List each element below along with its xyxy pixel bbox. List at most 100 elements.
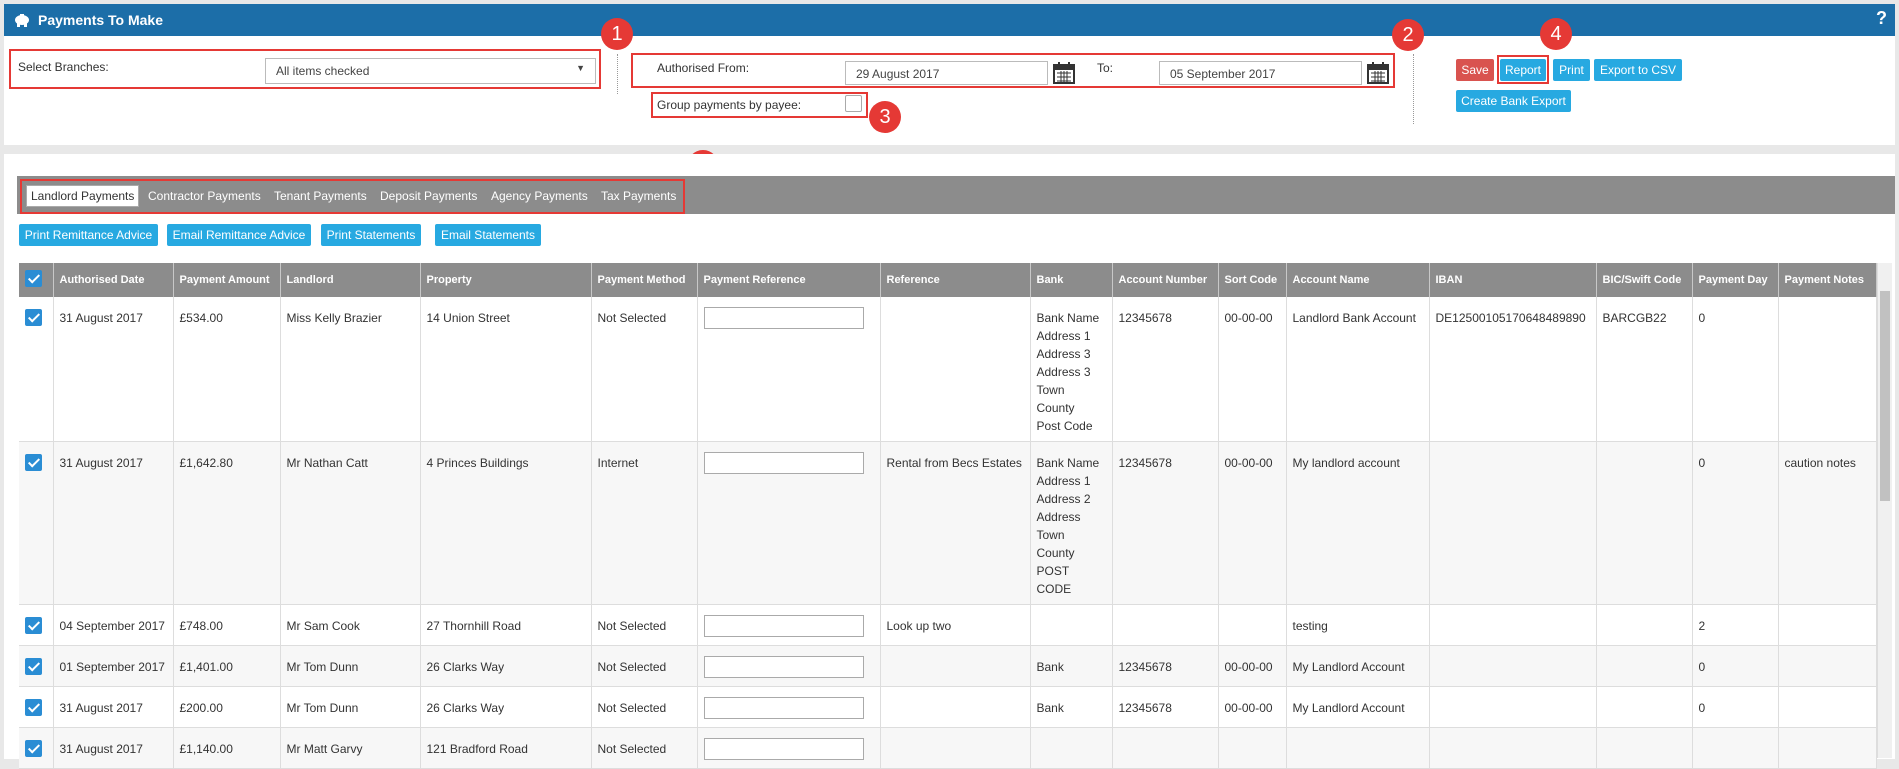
row-select-cell [19, 645, 54, 687]
tab-tax-payments[interactable]: Tax Payments [601, 189, 676, 203]
bank-line: Address 3 [1036, 347, 1091, 361]
row-checkbox[interactable] [25, 740, 42, 757]
calendar-icon[interactable] [1053, 62, 1075, 84]
row-checkbox[interactable] [25, 454, 42, 471]
create-bank-export-button[interactable]: Create Bank Export [1456, 90, 1571, 112]
cell-date: 04 September 2017 [53, 604, 174, 646]
cell-payment-reference [697, 727, 881, 769]
export-csv-button[interactable]: Export to CSV [1594, 59, 1682, 81]
print-remittance-advice-button[interactable]: Print Remittance Advice [19, 224, 158, 246]
authorised-from-input[interactable]: 29 August 2017 [845, 61, 1048, 85]
column-header[interactable]: Landlord [280, 263, 421, 297]
tab-agency-payments[interactable]: Agency Payments [491, 189, 588, 203]
column-header[interactable]: Payment Day [1692, 263, 1779, 297]
cell-reference [880, 297, 1031, 442]
cell-account-name [1286, 727, 1430, 769]
cell-payment-reference [697, 686, 881, 728]
cell-sort-code [1218, 727, 1287, 769]
cell-bic [1596, 604, 1693, 646]
cell-amount: £1,642.80 [173, 441, 281, 605]
column-header[interactable]: Account Name [1286, 263, 1430, 297]
help-icon[interactable]: ? [1876, 8, 1887, 29]
payment-reference-input[interactable] [703, 737, 864, 760]
print-statements-button[interactable]: Print Statements [321, 224, 421, 246]
row-select-cell [19, 441, 54, 605]
bank-line: Address [1036, 510, 1081, 524]
column-header[interactable]: Payment Amount [173, 263, 281, 297]
bank-line: Town [1036, 383, 1065, 397]
cell-bic [1596, 727, 1693, 769]
payment-reference-input[interactable] [703, 655, 864, 678]
row-checkbox[interactable] [25, 658, 42, 675]
row-select-cell [19, 604, 54, 646]
cell-iban [1429, 604, 1597, 646]
tab-landlord-payments[interactable]: Landlord Payments [26, 185, 140, 207]
cell-bank: Bank [1030, 645, 1113, 687]
payment-reference-input[interactable] [703, 696, 864, 719]
column-header[interactable]: Account Number [1112, 263, 1219, 297]
calendar-icon[interactable] [1367, 62, 1389, 84]
column-header[interactable]: Authorised Date [53, 263, 174, 297]
email-statements-button[interactable]: Email Statements [435, 224, 541, 246]
cell-payment-reference [697, 297, 881, 442]
cell-payment-reference [697, 604, 881, 646]
payment-reference-input[interactable] [703, 614, 864, 637]
tab-deposit-payments[interactable]: Deposit Payments [380, 189, 477, 203]
row-checkbox[interactable] [25, 617, 42, 634]
tab-tenant-payments[interactable]: Tenant Payments [274, 189, 367, 203]
cell-payment-reference [697, 441, 881, 605]
cell-method: Not Selected [591, 645, 698, 687]
table-scrollbar[interactable] [1877, 263, 1892, 758]
group-payments-label: Group payments by payee: [657, 98, 802, 112]
column-header[interactable]: Property [420, 263, 592, 297]
tab-contractor-payments[interactable]: Contractor Payments [148, 189, 261, 203]
cell-method: Not Selected [591, 686, 698, 728]
table-row[interactable]: 31 August 2017 £1,642.80 Mr Nathan Catt 4 P… [19, 441, 1877, 605]
cell-property: 26 Clarks Way [420, 645, 592, 687]
column-header[interactable]: Payment Method [591, 263, 698, 297]
table-row[interactable]: 31 August 2017 £534.00 Miss Kelly Brazier 1… [19, 297, 1877, 442]
report-button[interactable]: Report [1500, 59, 1546, 81]
bank-line: Address 1 [1036, 329, 1091, 343]
payment-reference-input[interactable] [703, 306, 864, 329]
column-header[interactable]: BIC/Swift Code [1596, 263, 1693, 297]
cell-iban [1429, 727, 1597, 769]
bank-line: County [1036, 401, 1075, 415]
authorised-to-input[interactable]: 05 September 2017 [1159, 61, 1362, 85]
column-header[interactable]: IBAN [1429, 263, 1597, 297]
bank-line: Address 2 [1036, 492, 1091, 506]
column-header[interactable]: Sort Code [1218, 263, 1287, 297]
cell-bic: BARCGB22 [1596, 297, 1693, 442]
branches-select[interactable]: All items checked ▼ [265, 58, 596, 84]
cell-account-name: My Landlord Account [1286, 645, 1430, 687]
bank-line: County [1036, 546, 1075, 560]
column-header[interactable]: Payment Reference [697, 263, 881, 297]
cell-property: 26 Clarks Way [420, 686, 592, 728]
authorised-to-value: 05 September 2017 [1170, 67, 1276, 81]
save-button[interactable]: Save [1456, 59, 1494, 81]
select-all-checkbox[interactable] [25, 270, 42, 287]
table-row[interactable]: 31 August 2017 £200.00 Mr Tom Dunn 26 Clark… [19, 686, 1877, 728]
column-header[interactable]: Bank [1030, 263, 1113, 297]
cell-notes [1778, 686, 1877, 728]
cell-property: 27 Thornhill Road [420, 604, 592, 646]
row-checkbox[interactable] [25, 699, 42, 716]
cell-account-name: My Landlord Account [1286, 686, 1430, 728]
column-header[interactable]: Payment Notes [1778, 263, 1877, 297]
row-checkbox[interactable] [25, 309, 42, 326]
row-select-cell [19, 727, 54, 769]
table-row[interactable]: 01 September 2017 £1,401.00 Mr Tom Dunn 26 … [19, 645, 1877, 687]
cell-reference: Look up two [880, 604, 1031, 646]
bank-line: Bank [1036, 660, 1064, 674]
cell-account-number: 12345678 [1112, 686, 1219, 728]
cell-iban [1429, 686, 1597, 728]
table-row[interactable]: 04 September 2017 £748.00 Mr Sam Cook 27 Th… [19, 604, 1877, 646]
group-payments-checkbox[interactable] [845, 95, 862, 112]
payment-reference-input[interactable] [703, 451, 864, 474]
scrollbar-thumb[interactable] [1880, 291, 1890, 501]
column-header[interactable]: Reference [880, 263, 1031, 297]
print-button[interactable]: Print [1553, 59, 1590, 81]
email-remittance-advice-button[interactable]: Email Remittance Advice [167, 224, 311, 246]
cell-bic [1596, 686, 1693, 728]
table-row[interactable]: 31 August 2017 £1,140.00 Mr Matt Garvy 121 … [19, 727, 1877, 769]
